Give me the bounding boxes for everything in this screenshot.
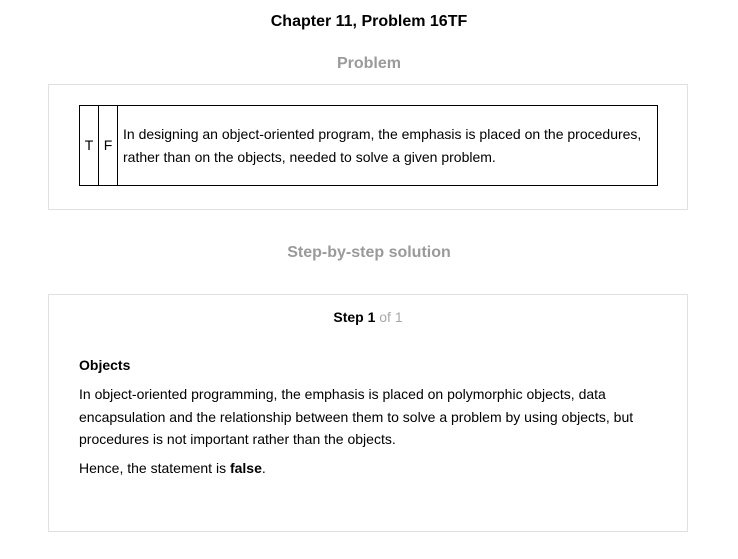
false-option-cell: F xyxy=(98,105,118,186)
solution-heading: Step-by-step solution xyxy=(287,244,451,261)
problem-table: T F In designing an object-oriented prog… xyxy=(79,105,658,186)
problem-box: T F In designing an object-oriented prog… xyxy=(48,84,688,210)
solution-explanation: In object-oriented programming, the emph… xyxy=(79,386,634,447)
true-option-cell: T xyxy=(79,105,99,186)
conclusion-answer: false xyxy=(229,460,262,476)
conclusion-suffix: . xyxy=(261,460,266,476)
step-total: of 1 xyxy=(379,309,403,325)
solution-conclusion: Hence, the statement is false. xyxy=(79,460,266,476)
solution-subheading: Objects xyxy=(79,357,131,373)
page-title: Chapter 11, Problem 16TF xyxy=(270,13,468,30)
problem-heading: Problem xyxy=(336,55,401,72)
step-number: Step 1 xyxy=(333,309,376,325)
step-label: Step 1 of 1 xyxy=(49,309,687,325)
problem-statement: In designing an object-oriented program,… xyxy=(117,105,658,186)
solution-box: Step 1 of 1 Objects In object-oriented p… xyxy=(48,294,688,532)
problem-row: T F In designing an object-oriented prog… xyxy=(79,105,658,186)
conclusion-prefix: Hence, the statement is xyxy=(79,460,230,476)
